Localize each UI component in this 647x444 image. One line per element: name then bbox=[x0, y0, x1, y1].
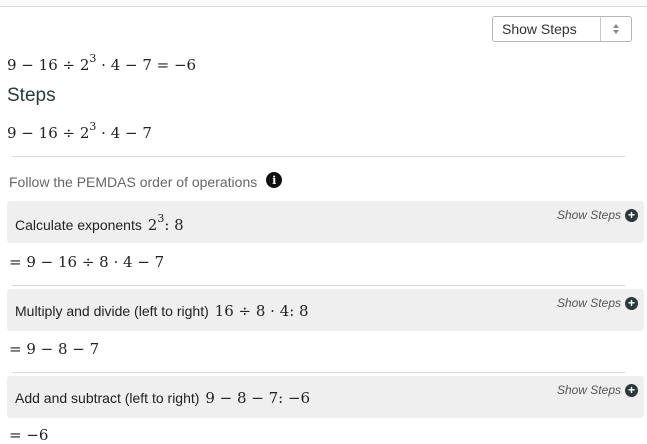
step-2-box: Multiply and divide (left to right) 16 ÷… bbox=[7, 289, 644, 331]
dropdown-selected-label: Show Steps bbox=[502, 21, 577, 37]
step-3-box: Add and subtract (left to right) 9 − 8 −… bbox=[7, 376, 644, 418]
step-2-show-steps-button[interactable]: Show Steps + bbox=[557, 296, 638, 310]
pemdas-hint: Follow the PEMDAS order of operations i bbox=[9, 172, 283, 190]
info-icon[interactable]: i bbox=[266, 172, 283, 188]
step-3-result: = −6 bbox=[9, 426, 49, 444]
hint-text: Follow the PEMDAS order of operations bbox=[9, 174, 258, 190]
step-3-show-steps-button[interactable]: Show Steps + bbox=[557, 383, 638, 397]
step-2-result: = 9 − 8 − 7 bbox=[9, 340, 100, 358]
top-border bbox=[0, 0, 647, 7]
step-1-result: = 9 − 16 ÷ 8 · 4 − 7 bbox=[9, 253, 165, 271]
divider bbox=[12, 285, 625, 286]
plus-circle-icon[interactable]: + bbox=[625, 296, 638, 310]
divider bbox=[12, 156, 625, 157]
problem-expression: 9 − 16 ÷ 23 · 4 − 7 bbox=[7, 120, 152, 142]
result-equation: 9 − 16 ÷ 23 · 4 − 7 = −6 bbox=[7, 52, 197, 74]
plus-circle-icon[interactable]: + bbox=[625, 383, 638, 397]
step-1-show-steps-button[interactable]: Show Steps + bbox=[557, 208, 638, 222]
show-steps-dropdown[interactable]: Show Steps bbox=[492, 16, 632, 42]
step-3-description: Add and subtract (left to right) 9 − 8 −… bbox=[15, 389, 311, 407]
step-1-description: Calculate exponents 23: 8 bbox=[15, 212, 184, 234]
step-1-box: Calculate exponents 23: 8 Show Steps + bbox=[7, 201, 644, 243]
divider bbox=[12, 372, 625, 373]
plus-circle-icon[interactable]: + bbox=[625, 208, 638, 222]
steps-heading: Steps bbox=[7, 85, 56, 106]
dropdown-arrows-icon[interactable] bbox=[600, 17, 631, 41]
step-2-description: Multiply and divide (left to right) 16 ÷… bbox=[15, 302, 309, 320]
